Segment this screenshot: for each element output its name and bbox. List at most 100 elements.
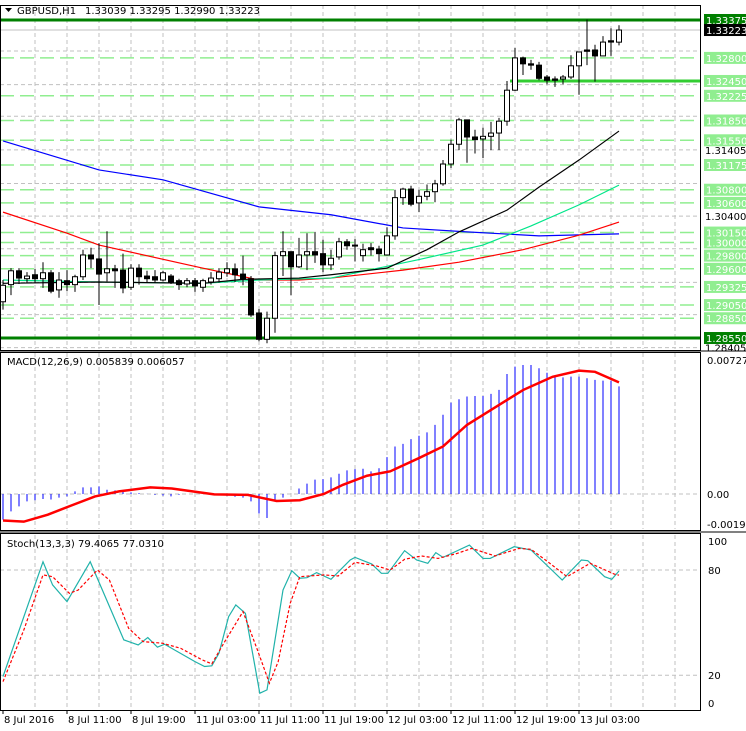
candle (392, 189, 398, 240)
candle-body (384, 235, 390, 256)
candle-body (312, 251, 318, 256)
candle-body (176, 280, 182, 286)
candle-body (168, 275, 174, 283)
candle-body (568, 65, 574, 78)
level-price-label: 1.32225 (706, 92, 746, 103)
x-axis-label: 13 Jul 03:00 (580, 715, 640, 726)
candle (72, 274, 78, 292)
candle-body (448, 143, 454, 165)
candle-body (464, 119, 470, 138)
macd-axis-label: -0.001924 (707, 520, 746, 531)
stoch-main-line (2, 544, 620, 695)
candle-body (408, 188, 414, 205)
candle-body (32, 274, 38, 280)
candle-body (16, 270, 22, 279)
candle-body (232, 268, 238, 276)
moving-average-line (2, 140, 620, 237)
candle (88, 247, 94, 269)
candle (160, 270, 166, 282)
candle (512, 48, 518, 91)
level-price-label: 1.30800 (706, 186, 746, 197)
candle-body (104, 268, 110, 274)
macd-signal-line (2, 369, 620, 523)
candle-body (200, 280, 206, 288)
candle-body (528, 63, 534, 66)
candle (416, 189, 422, 213)
candle-body (504, 89, 510, 122)
candle-body (536, 64, 542, 79)
candle-body (432, 183, 438, 193)
price-axis-label: 1.30400 (705, 212, 746, 223)
candle-body (512, 57, 518, 91)
candle (168, 274, 174, 284)
candle (376, 245, 382, 262)
candle-body (608, 40, 614, 43)
level-price-label: 1.30000 (706, 238, 746, 249)
candle (528, 59, 534, 70)
candle-body (160, 272, 166, 281)
price-axis-label: 1.28405 (705, 344, 746, 355)
level-price-label: 1.28550 (706, 334, 746, 345)
candle (80, 249, 86, 281)
level-price-label: 1.32800 (706, 54, 746, 65)
candle-body (472, 136, 478, 141)
candle (232, 263, 238, 282)
candle-body (440, 163, 446, 185)
candle-body (48, 272, 54, 292)
ohlc-readout: 1.33039 1.33295 1.32990 1.33223 (85, 6, 260, 17)
candle-body (24, 275, 30, 280)
stoch-axis-label: 100 (708, 537, 727, 548)
stoch-axis-label: 20 (708, 671, 721, 682)
level-price-label: 1.31850 (706, 117, 746, 128)
level-price-label: 1.29325 (706, 283, 746, 294)
candle-body (480, 135, 486, 140)
moving-average-line (2, 211, 620, 281)
candle (176, 278, 182, 290)
candle-body (128, 267, 134, 288)
candle-body (192, 280, 198, 287)
candle (328, 249, 334, 271)
candle-body (272, 255, 278, 319)
candle (288, 251, 294, 296)
candle-body (560, 76, 566, 80)
candle-body (224, 268, 230, 274)
current-price-label: 1.33223 (706, 26, 746, 37)
candle (440, 160, 446, 186)
price-axis-label: 1.31405 (705, 146, 746, 157)
candle (424, 184, 430, 201)
candle (616, 25, 622, 46)
candle (144, 270, 150, 283)
candle-body (64, 280, 70, 286)
candle (312, 231, 318, 263)
price-panel[interactable]: 1.314051.304001.284051.333751.328001.324… (0, 5, 746, 355)
candle (224, 262, 230, 277)
candle-body (600, 41, 606, 57)
x-axis-label: 12 Jul 11:00 (452, 715, 512, 726)
x-axis-label: 8 Jul 11:00 (68, 715, 122, 726)
triangle-down-icon[interactable] (5, 8, 12, 12)
candle-body (328, 257, 334, 266)
candle-body (616, 29, 622, 43)
candle (496, 117, 502, 151)
candle-body (416, 195, 422, 204)
level-price-label: 1.30600 (706, 199, 746, 210)
candle-body (216, 271, 222, 280)
candle (56, 272, 62, 298)
macd-panel[interactable]: MACD(12,26,9) 0.005839 0.006057 0.00727 0.… (0, 353, 746, 531)
level-price-label: 1.29050 (706, 301, 746, 312)
candle-body (544, 76, 550, 81)
candle-body (304, 251, 310, 256)
x-axis-label: 12 Jul 03:00 (388, 715, 448, 726)
stochastic-panel[interactable]: Stoch(13,3,3) 79.4065 77.0310 100 80 20 0 (0, 535, 727, 710)
candle-body (592, 49, 598, 57)
candle-body (584, 49, 590, 52)
candle (120, 253, 126, 294)
trading-chart[interactable]: 1.314051.304001.284051.333751.328001.324… (0, 0, 746, 731)
candle-body (144, 275, 150, 280)
candle-body (112, 268, 118, 272)
candle-body (552, 78, 558, 81)
candle-body (72, 276, 78, 286)
candle (304, 233, 310, 271)
candle (264, 311, 270, 344)
candle (488, 121, 494, 151)
